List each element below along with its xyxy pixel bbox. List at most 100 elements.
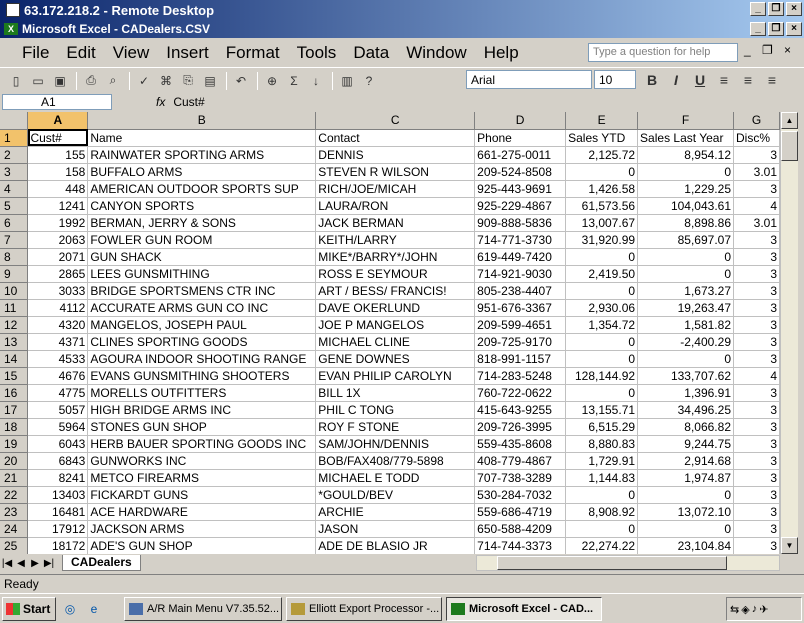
cell[interactable]: 3.01 <box>733 214 780 232</box>
menu-insert[interactable]: Insert <box>166 43 209 63</box>
excel-restore-button[interactable]: ❐ <box>768 22 784 36</box>
cell[interactable]: 707-738-3289 <box>474 469 567 487</box>
name-box[interactable]: A1 <box>2 94 112 110</box>
cell[interactable]: 4320 <box>27 316 89 334</box>
row-header[interactable]: 23 <box>0 503 29 521</box>
cell[interactable]: Sales Last Year <box>637 129 734 147</box>
row-header[interactable]: 16 <box>0 384 29 402</box>
first-sheet-icon[interactable]: |◀ <box>0 558 14 569</box>
ask-question-input[interactable]: Type a question for help <box>588 43 738 62</box>
row-header[interactable]: 8 <box>0 248 29 266</box>
horizontal-scrollbar[interactable] <box>476 555 780 571</box>
cell[interactable]: 3 <box>733 486 780 504</box>
cell[interactable]: 3 <box>733 401 780 419</box>
prev-sheet-icon[interactable]: ◀ <box>14 558 28 569</box>
cell[interactable]: 8,954.12 <box>637 146 734 164</box>
cell[interactable]: 3 <box>733 248 780 266</box>
cell[interactable]: 714-283-5248 <box>474 367 567 385</box>
cell[interactable]: 2,419.50 <box>565 265 639 283</box>
cell[interactable]: 448 <box>27 180 89 198</box>
cell[interactable]: 5964 <box>27 418 89 436</box>
tray-icon-shield[interactable]: ◈ <box>741 603 749 616</box>
cell[interactable]: 0 <box>565 333 639 351</box>
cell[interactable]: MORELLS OUTFITTERS <box>87 384 317 402</box>
menu-view[interactable]: View <box>113 43 150 63</box>
tray-icon-security[interactable]: ✈ <box>759 603 768 616</box>
cell[interactable]: ADE'S GUN SHOP <box>87 537 317 554</box>
save-icon[interactable]: ▣ <box>50 71 70 91</box>
menu-file[interactable]: File <box>22 43 49 63</box>
cell[interactable]: 3 <box>733 180 780 198</box>
cell[interactable]: JACK BERMAN <box>315 214 476 232</box>
cell[interactable]: 3 <box>733 435 780 453</box>
align-left-icon[interactable]: ≡ <box>714 70 734 90</box>
cell[interactable]: ACCURATE ARMS GUN CO INC <box>87 299 317 317</box>
spelling-icon[interactable]: ✓ <box>134 71 154 91</box>
start-button[interactable]: Start <box>2 596 56 621</box>
cell[interactable]: 3 <box>733 418 780 436</box>
cell[interactable]: STONES GUN SHOP <box>87 418 317 436</box>
cell[interactable]: 1,229.25 <box>637 180 734 198</box>
research-icon[interactable]: ⌘ <box>156 71 176 91</box>
cell[interactable]: 3 <box>733 452 780 470</box>
cell[interactable]: 0 <box>637 350 734 368</box>
cell[interactable]: 4533 <box>27 350 89 368</box>
sort-ascending-icon[interactable]: ↓ <box>306 71 326 91</box>
cell[interactable]: EVAN PHILIP CAROLYN <box>315 367 476 385</box>
column-header[interactable]: C <box>315 112 476 130</box>
column-header[interactable]: G <box>733 112 780 130</box>
formula-value[interactable]: Cust# <box>173 95 204 109</box>
cell[interactable]: 5057 <box>27 401 89 419</box>
doc-minimize-button[interactable]: _ <box>744 43 751 57</box>
cell[interactable]: 8,898.86 <box>637 214 734 232</box>
cell[interactable]: 619-449-7420 <box>474 248 567 266</box>
cell[interactable]: 2063 <box>27 231 89 249</box>
cell[interactable]: MICHAEL CLINE <box>315 333 476 351</box>
cell[interactable]: 0 <box>565 384 639 402</box>
row-header[interactable]: 19 <box>0 435 29 453</box>
cell[interactable]: 8,880.83 <box>565 435 639 453</box>
cell[interactable]: 3 <box>733 265 780 283</box>
rd-close-button[interactable]: × <box>786 2 802 16</box>
cell[interactable]: 18172 <box>27 537 89 554</box>
cell[interactable]: 17912 <box>27 520 89 538</box>
cell[interactable]: 6,515.29 <box>565 418 639 436</box>
row-header[interactable]: 9 <box>0 265 29 283</box>
row-header[interactable]: 1 <box>0 129 29 147</box>
cell[interactable]: 408-779-4867 <box>474 452 567 470</box>
row-header[interactable]: 2 <box>0 146 29 164</box>
cell[interactable]: 34,496.25 <box>637 401 734 419</box>
cell[interactable]: 1992 <box>27 214 89 232</box>
cell[interactable]: 13403 <box>27 486 89 504</box>
cell[interactable]: 4371 <box>27 333 89 351</box>
cell[interactable]: -2,400.29 <box>637 333 734 351</box>
cell[interactable]: 805-238-4407 <box>474 282 567 300</box>
cell[interactable]: GENE DOWNES <box>315 350 476 368</box>
cell[interactable]: 16481 <box>27 503 89 521</box>
cell[interactable]: 2865 <box>27 265 89 283</box>
excel-minimize-button[interactable]: _ <box>750 22 766 36</box>
cell[interactable]: 104,043.61 <box>637 197 734 215</box>
row-header[interactable]: 11 <box>0 299 29 317</box>
cell[interactable]: 714-771-3730 <box>474 231 567 249</box>
spreadsheet-grid[interactable]: A B C D E F G 1 Cust# Name Contact Phone Sale… <box>0 112 780 554</box>
cell[interactable]: 85,697.07 <box>637 231 734 249</box>
italic-button[interactable]: I <box>666 70 686 90</box>
menu-window[interactable]: Window <box>406 43 466 63</box>
row-header[interactable]: 17 <box>0 401 29 419</box>
cell[interactable]: 661-275-0011 <box>474 146 567 164</box>
cell[interactable]: 3 <box>733 231 780 249</box>
column-header[interactable]: E <box>565 112 639 130</box>
cell[interactable]: 2071 <box>27 248 89 266</box>
cell[interactable]: 925-229-4867 <box>474 197 567 215</box>
row-header[interactable]: 6 <box>0 214 29 232</box>
cell[interactable]: 1,354.72 <box>565 316 639 334</box>
cell[interactable]: 0 <box>565 486 639 504</box>
row-header[interactable]: 7 <box>0 231 29 249</box>
internet-explorer-icon[interactable]: e <box>84 599 104 619</box>
cell[interactable]: 155 <box>27 146 89 164</box>
cell[interactable]: Phone <box>474 129 567 147</box>
cell[interactable]: Cust# <box>27 129 89 147</box>
row-header[interactable]: 22 <box>0 486 29 504</box>
cell[interactable]: 559-435-8608 <box>474 435 567 453</box>
